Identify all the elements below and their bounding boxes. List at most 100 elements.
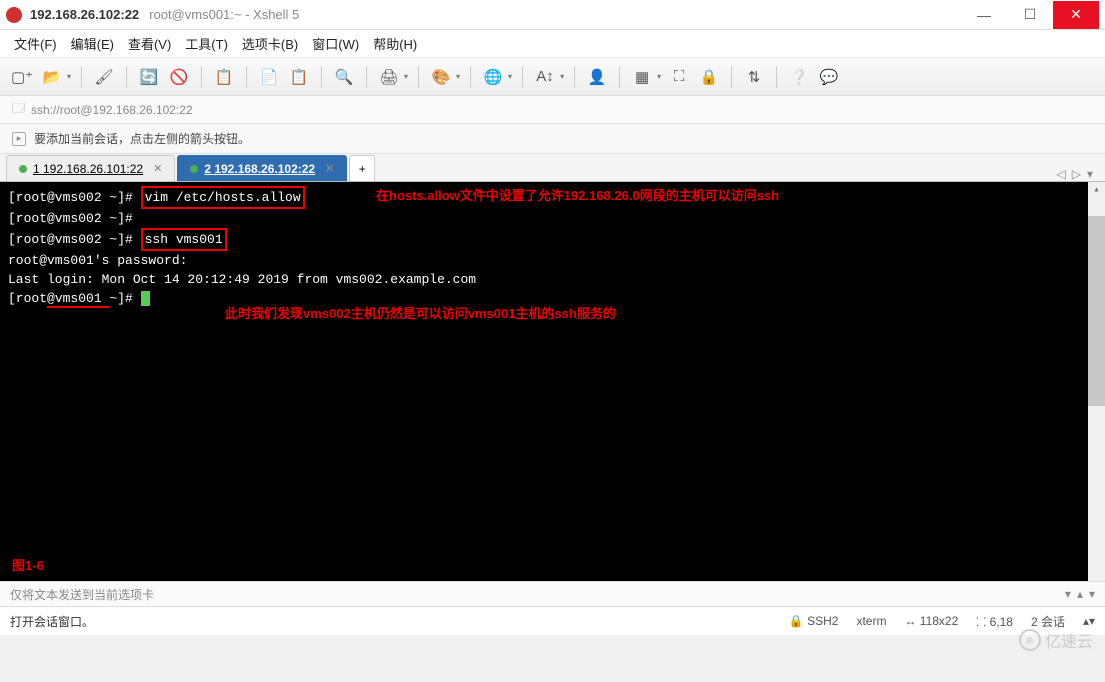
menu-file[interactable]: 文件(F) xyxy=(14,34,57,53)
cursor xyxy=(141,291,150,306)
separator xyxy=(731,66,732,88)
separator xyxy=(246,66,247,88)
separator xyxy=(574,66,575,88)
status-bar: 打开会话窗口。 🔒 SSH2 xterm ↔ 118x22 ⸬ 6,18 2 会… xyxy=(0,607,1105,635)
scroll-up-icon[interactable]: ▴ xyxy=(1077,587,1083,601)
title-bar: 192.168.26.102:22 root@vms001:~ - Xshell… xyxy=(0,0,1105,30)
scrollbar-thumb[interactable] xyxy=(1088,216,1105,406)
window-title-host: 192.168.26.102:22 xyxy=(30,7,139,22)
watermark-icon: ฅ xyxy=(1019,629,1041,651)
close-button[interactable]: ✕ xyxy=(1053,1,1099,29)
app-icon xyxy=(6,7,22,23)
prompt: [root@vms002 ~]# xyxy=(8,211,133,226)
address-bar[interactable]: 🗔 ssh://root@192.168.26.102:22 xyxy=(0,96,1105,124)
globe-icon[interactable]: 🌐 xyxy=(481,65,505,89)
menu-tabs[interactable]: 选项卡(B) xyxy=(242,34,298,53)
session-tab-1[interactable]: 1 192.168.26.101:22 ✕ xyxy=(6,155,175,181)
print-icon[interactable]: 🖨 xyxy=(377,65,401,89)
color-icon[interactable]: 🎨 xyxy=(429,65,453,89)
highlighted-host: @vms001 xyxy=(47,291,109,308)
menu-tools[interactable]: 工具(T) xyxy=(185,34,228,53)
menu-window[interactable]: 窗口(W) xyxy=(312,34,359,53)
separator xyxy=(776,66,777,88)
watermark-text: 亿速云 xyxy=(1045,628,1093,652)
disconnect-icon[interactable]: 🚫 xyxy=(167,65,191,89)
info-text: 要添加当前会话，点击左侧的箭头按钮。 xyxy=(34,130,250,147)
status-term: xterm xyxy=(856,614,886,628)
chat-icon[interactable]: 💬 xyxy=(817,65,841,89)
new-session-icon[interactable]: ▢⁺ xyxy=(10,65,34,89)
tab-prev-icon[interactable]: ◁ xyxy=(1057,167,1066,181)
session-tab-2[interactable]: 2 192.168.26.102:22 ✕ xyxy=(177,155,347,181)
separator xyxy=(470,66,471,88)
user-icon[interactable]: 👤 xyxy=(585,65,609,89)
help-icon[interactable]: ❔ xyxy=(787,65,811,89)
minimize-button[interactable]: — xyxy=(961,1,1007,29)
annotation-1: 在hosts.allow文件中设置了允许192.168.26.0网段的主机可以访… xyxy=(376,186,779,205)
status-message: 打开会话窗口。 xyxy=(10,613,789,630)
layout-icon[interactable]: ▦ xyxy=(630,65,654,89)
color-dropdown-icon[interactable]: ▾ xyxy=(456,72,460,81)
bookmark-icon[interactable]: ▸ xyxy=(12,132,26,146)
maximize-button[interactable]: ☐ xyxy=(1007,1,1053,29)
separator xyxy=(418,66,419,88)
tab-menu-icon[interactable]: ▾ xyxy=(1087,167,1093,181)
find-icon[interactable]: 🔍 xyxy=(332,65,356,89)
open-icon[interactable]: 📂 xyxy=(40,65,64,89)
status-protocol: SSH2 xyxy=(807,614,838,628)
lock-icon[interactable]: 🔒 xyxy=(697,65,721,89)
menu-help[interactable]: 帮助(H) xyxy=(373,34,417,53)
menu-bar: 文件(F) 编辑(E) 查看(V) 工具(T) 选项卡(B) 窗口(W) 帮助(… xyxy=(0,30,1105,58)
send-dropdown-icon[interactable]: ▾ xyxy=(1065,587,1071,601)
prompt-part: [root xyxy=(8,291,47,306)
prompt: [root@vms002 ~]# xyxy=(8,190,141,205)
sessions-dropdown-icon[interactable]: ▴▾ xyxy=(1083,614,1095,628)
status-dot-icon xyxy=(19,165,27,173)
prompt: [root@vms002 ~]# xyxy=(8,232,141,247)
properties-icon[interactable]: 📋 xyxy=(212,65,236,89)
prompt-part: ~]# xyxy=(109,291,140,306)
tab-title: 1 192.168.26.101:22 xyxy=(33,162,143,176)
vertical-scrollbar[interactable]: ▴ xyxy=(1088,182,1105,581)
tab-close-icon[interactable]: ✕ xyxy=(325,162,334,175)
status-dot-icon xyxy=(190,165,198,173)
scroll-down-icon[interactable]: ▾ xyxy=(1089,587,1095,601)
url-icon: 🗔 xyxy=(12,99,25,120)
globe-dropdown-icon[interactable]: ▾ xyxy=(508,72,512,81)
scroll-up-icon[interactable]: ▴ xyxy=(1088,182,1105,199)
open-dropdown-icon[interactable]: ▾ xyxy=(67,72,71,81)
menu-edit[interactable]: 编辑(E) xyxy=(71,34,114,53)
tab-next-icon[interactable]: ▷ xyxy=(1072,167,1081,181)
status-size: 118x22 xyxy=(920,614,958,628)
toolbar: ▢⁺ 📂▾ 🖌 🔄 🚫 📋 📄 📋 🔍 🖨▾ 🎨▾ 🌐▾ A↕▾ 👤 ▦▾ ⛶ … xyxy=(0,58,1105,96)
highlighted-command: ssh vms001 xyxy=(141,228,227,251)
figure-label: 图1-6 xyxy=(12,556,44,575)
add-tab-button[interactable]: + xyxy=(349,155,375,181)
tab-bar: 1 192.168.26.101:22 ✕ 2 192.168.26.102:2… xyxy=(0,154,1105,182)
reconnect-icon[interactable]: 🔄 xyxy=(137,65,161,89)
font-dropdown-icon[interactable]: ▾ xyxy=(560,72,564,81)
copy-icon[interactable]: 📄 xyxy=(257,65,281,89)
tab-nav: ◁ ▷ ▾ xyxy=(1057,167,1100,181)
terminal[interactable]: [root@vms002 ~]# vim /etc/hosts.allow 在h… xyxy=(0,182,1105,581)
window-controls: — ☐ ✕ xyxy=(961,1,1099,29)
terminal-output: root@vms001's password: xyxy=(8,253,187,268)
terminal-output: Last login: Mon Oct 14 20:12:49 2019 fro… xyxy=(8,272,476,287)
font-icon[interactable]: A↕ xyxy=(533,65,557,89)
tab-close-icon[interactable]: ✕ xyxy=(153,162,162,175)
menu-view[interactable]: 查看(V) xyxy=(128,34,171,53)
separator xyxy=(321,66,322,88)
separator xyxy=(126,66,127,88)
brush-icon[interactable]: 🖌 xyxy=(92,65,116,89)
layout-dropdown-icon[interactable]: ▾ xyxy=(657,72,661,81)
separator xyxy=(366,66,367,88)
send-bar[interactable]: 仅将文本发送到当前选项卡 ▾ ▴ ▾ xyxy=(0,581,1105,607)
fullscreen-icon[interactable]: ⛶ xyxy=(667,65,691,89)
paste-icon[interactable]: 📋 xyxy=(287,65,311,89)
separator xyxy=(81,66,82,88)
transfer-icon[interactable]: ⇅ xyxy=(742,65,766,89)
annotation-2: 此时我们发现vms002主机仍然是可以访问vms001主机的ssh服务的 xyxy=(225,304,616,323)
separator xyxy=(201,66,202,88)
watermark: ฅ 亿速云 xyxy=(1019,628,1093,652)
print-dropdown-icon[interactable]: ▾ xyxy=(404,72,408,81)
